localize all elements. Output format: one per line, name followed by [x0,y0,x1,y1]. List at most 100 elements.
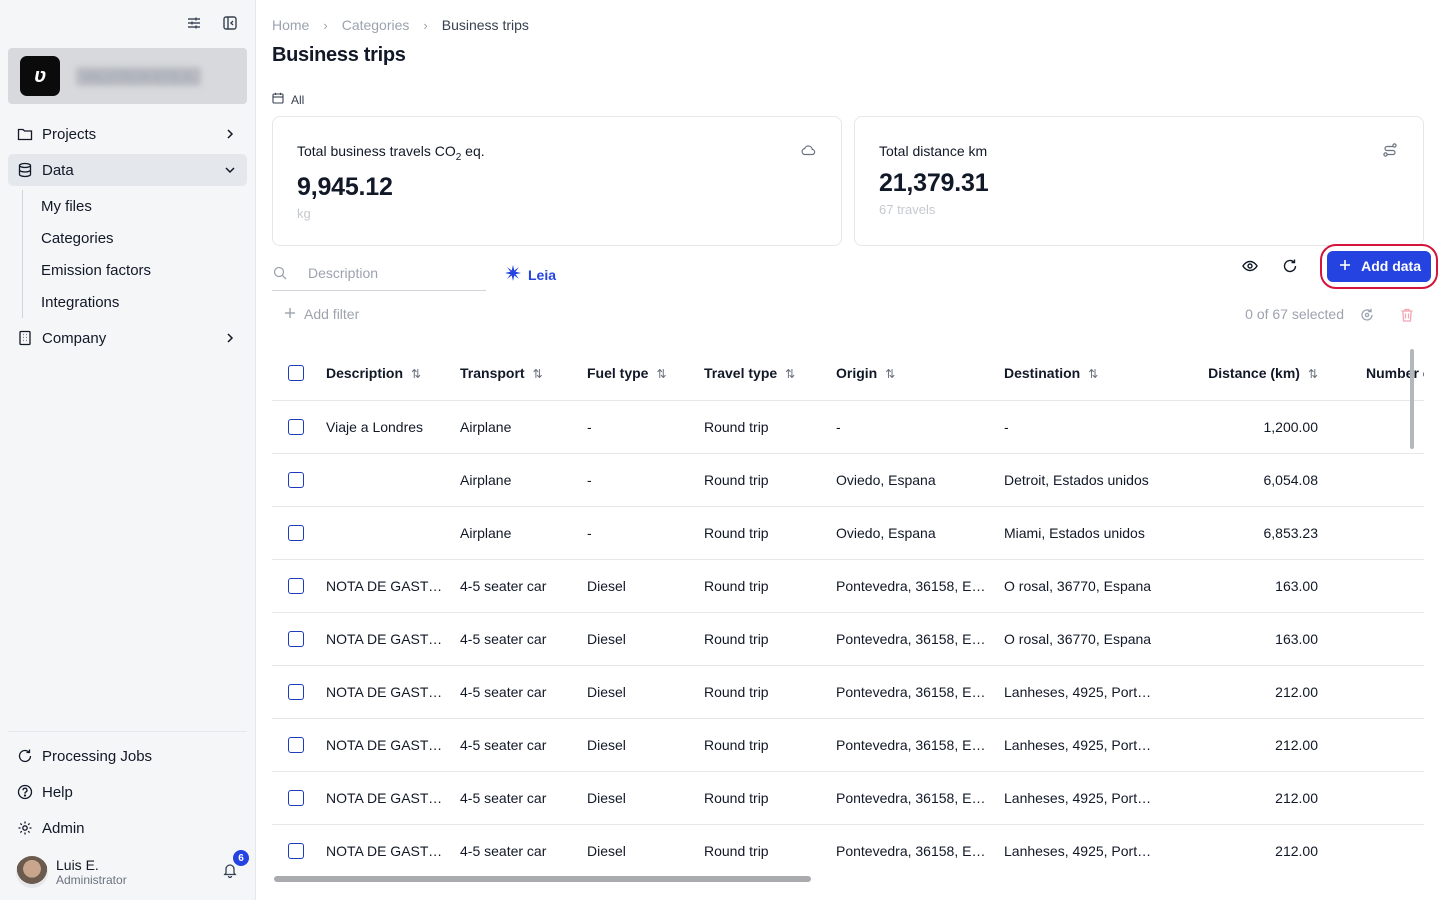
cell-travel-type: Round trip [704,718,836,772]
leia-button[interactable]: Leia [504,264,556,285]
cell-destination: Miami, Estados unidos [1004,506,1172,560]
eye-icon[interactable] [1240,256,1260,276]
subnav-item-emission-factors[interactable]: Emission factors [41,254,247,286]
subnav-item-my-files[interactable]: My files [41,190,247,222]
row-checkbox[interactable] [288,578,304,595]
collapse-sidebar-icon[interactable] [221,14,239,32]
cell-distance: 163.00 [1172,559,1328,613]
breadcrumb-current: Business trips [441,17,529,33]
refresh-icon[interactable] [1280,256,1300,276]
cell-description [326,506,460,560]
sliders-icon[interactable] [185,14,203,32]
cell-fuel-type: Diesel [587,771,704,825]
org-logo: ʋ [20,56,60,96]
period-selector[interactable]: All [272,92,304,107]
notifications-button[interactable]: 6 [220,850,249,882]
column-header-destination[interactable]: Destination ⇅ [1004,346,1172,401]
nav-item-data[interactable]: Data [8,154,247,186]
nav-item-admin[interactable]: Admin [8,812,247,844]
column-header-origin[interactable]: Origin ⇅ [836,346,1004,401]
sort-icon[interactable]: ⇅ [1308,367,1318,381]
sort-icon[interactable]: ⇅ [785,367,795,381]
breadcrumb-home[interactable]: Home [272,17,309,33]
cell-origin: Pontevedra, 36158, Espana [836,771,1004,825]
subnav-item-categories[interactable]: Categories [41,222,247,254]
cell-destination: Detroit, Estados unidos [1004,453,1172,507]
table-toolbar: Leia Add data [272,243,1438,292]
add-filter-label: Add filter [304,306,360,322]
subnav-item-integrations[interactable]: Integrations [41,286,247,318]
row-checkbox[interactable] [288,843,304,860]
row-checkbox[interactable] [288,525,304,542]
nav-item-company[interactable]: Company [8,322,247,354]
sort-icon[interactable]: ⇅ [885,367,895,381]
row-checkbox[interactable] [288,419,304,436]
sort-icon[interactable]: ⇅ [656,367,666,381]
sort-icon[interactable]: ⇅ [533,367,543,381]
vertical-scrollbar[interactable] [1410,349,1414,449]
horizontal-scrollbar[interactable] [274,876,811,882]
column-header-travel-type[interactable]: Travel type ⇅ [704,346,836,401]
avatar [16,856,48,888]
cell-number-of-trips [1328,718,1424,772]
table-row[interactable]: NOTA DE GASTOS 4-5 seater car Diesel Round … [272,559,1424,613]
column-header-distance[interactable]: Distance (km) ⇅ [1172,346,1328,401]
trash-icon[interactable] [1398,306,1416,324]
add-data-button[interactable]: Add data [1327,250,1431,282]
table-row[interactable]: Viaje a Londres Airplane - Round trip - -1,20… [272,400,1424,454]
user-profile[interactable]: Luis E. Administrator 6 [16,850,249,892]
row-checkbox[interactable] [288,631,304,648]
cell-number-of-trips [1328,665,1424,719]
row-select-cell [272,559,326,613]
cell-description: Viaje a Londres [326,400,460,454]
row-checkbox[interactable] [288,737,304,754]
row-select-cell [272,612,326,666]
route-icon [1381,141,1399,159]
gear-icon [17,820,33,836]
bulk-recalculate-icon[interactable] [1358,306,1376,324]
table-row[interactable]: Airplane - Round trip Oviedo, Espana Miami, … [272,506,1424,560]
plus-icon [284,306,296,322]
row-checkbox[interactable] [288,684,304,701]
table-row[interactable]: NOTA DE GASTOS 4-5 seater car Diesel Round … [272,612,1424,666]
sort-icon[interactable]: ⇅ [411,367,421,381]
add-filter-button[interactable]: Add filter [284,306,359,322]
column-header-transport[interactable]: Transport ⇅ [460,346,587,401]
chevron-right-icon [223,127,237,141]
column-header-fuel-type[interactable]: Fuel type ⇅ [587,346,704,401]
cell-fuel-type: - [587,400,704,454]
notification-count-badge: 6 [233,850,249,866]
distance-total-card: Total distance km 21,379.31 67 travels [854,116,1424,246]
row-checkbox[interactable] [288,790,304,807]
cell-origin: Pontevedra, 36158, Espana [836,824,1004,876]
sort-icon[interactable]: ⇅ [1088,367,1098,381]
cell-destination: Lanheses, 4925, Portugal [1004,718,1172,772]
cell-description: NOTA DE GASTOS [326,559,460,613]
search-input[interactable] [308,265,478,281]
nav-item-help[interactable]: Help [8,776,247,808]
cell-destination: Lanheses, 4925, Portugal [1004,665,1172,719]
cell-travel-type: Round trip [704,453,836,507]
cell-transport: 4-5 seater car [460,824,587,876]
selection-count: 0 of 67 selected [1245,306,1344,322]
cell-description: NOTA DE GASTOS [326,665,460,719]
plus-icon [1339,258,1351,274]
nav-item-projects[interactable]: Projects [8,118,247,150]
table-row[interactable]: Airplane - Round trip Oviedo, Espana Detroit… [272,453,1424,507]
breadcrumb-categories[interactable]: Categories [342,17,410,33]
select-all-checkbox[interactable] [288,365,304,382]
cell-destination: O rosal, 36770, Espana [1004,612,1172,666]
data-subnav: My files Categories Emission factors Int… [22,190,247,318]
column-header-description[interactable]: Description ⇅ [326,346,460,401]
table-row[interactable]: NOTA DE GASTOS 4-5 seater car Diesel Round … [272,771,1424,825]
nav-item-processing-jobs[interactable]: Processing Jobs [8,740,247,772]
cell-distance: 212.00 [1172,771,1328,825]
cell-distance: 212.00 [1172,665,1328,719]
row-checkbox[interactable] [288,472,304,489]
table-row[interactable]: NOTA DE GASTOS 4-5 seater car Diesel Round … [272,718,1424,772]
table-row[interactable]: NOTA DE GASTOS 4-5 seater car Diesel Round … [272,824,1424,876]
table-row[interactable]: NOTA DE GASTOS 4-5 seater car Diesel Round … [272,665,1424,719]
chevron-right-icon [223,331,237,345]
cell-origin: Oviedo, Espana [836,453,1004,507]
organization-switcher[interactable]: ʋ VALUTECH ETS.A. [8,48,247,104]
